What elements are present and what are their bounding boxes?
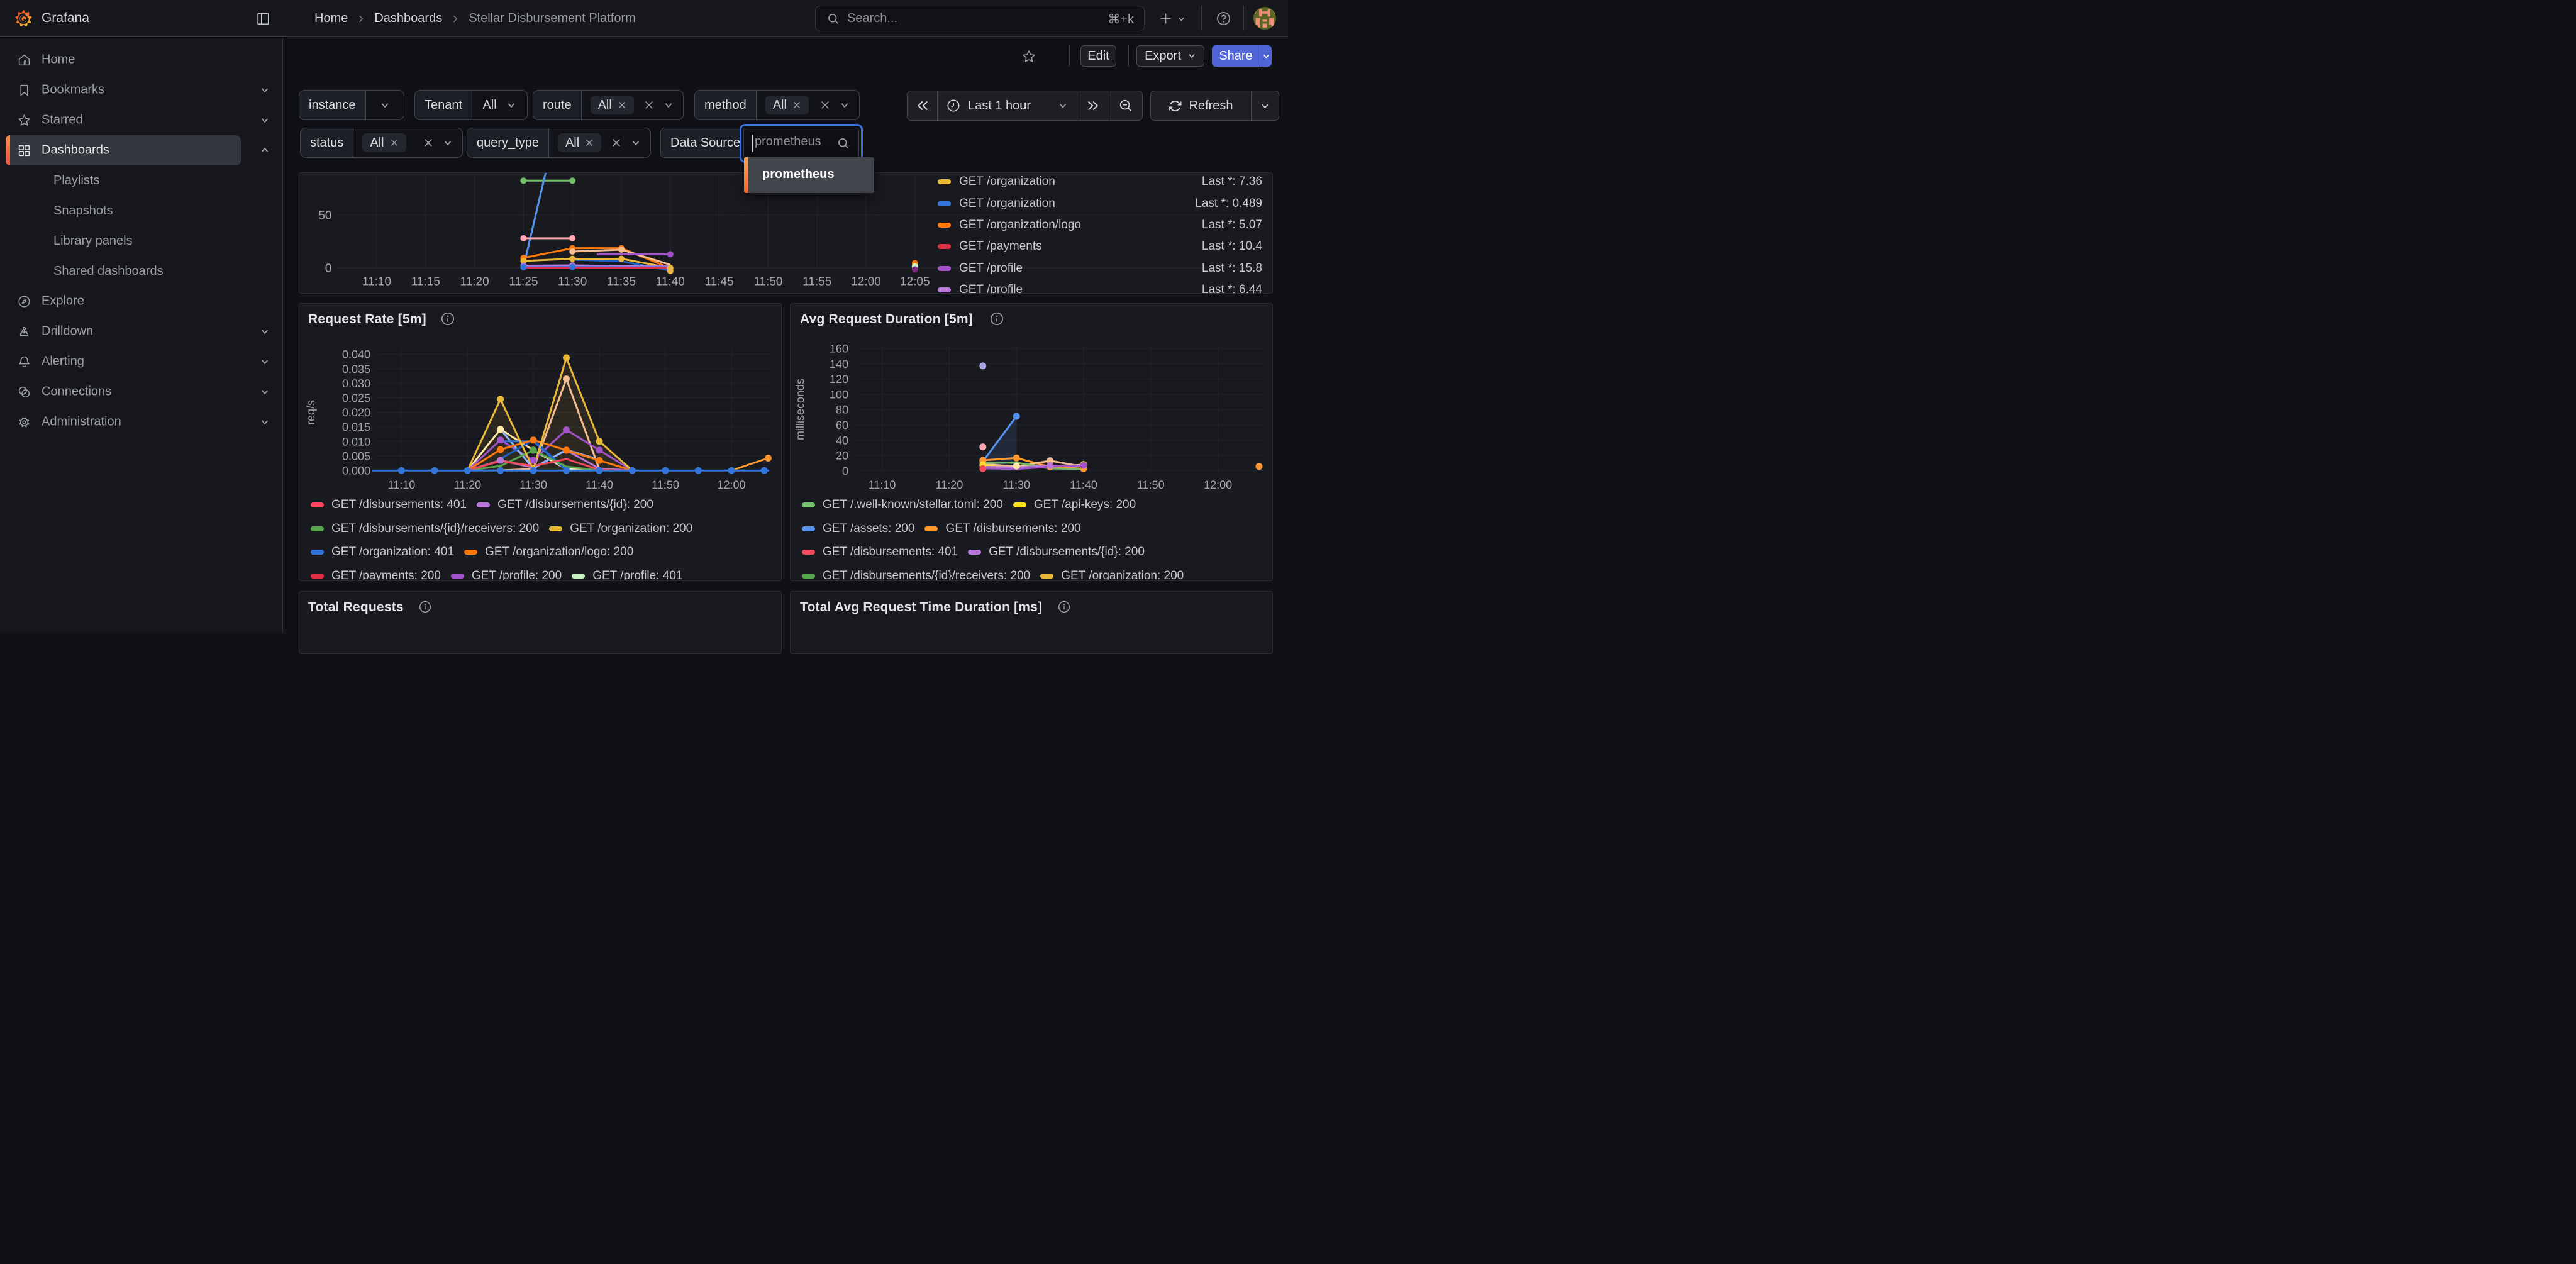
svg-text:11:30: 11:30 — [1002, 479, 1030, 491]
svg-text:0: 0 — [842, 465, 848, 477]
svg-text:0.030: 0.030 — [342, 377, 370, 390]
svg-text:11:30: 11:30 — [519, 479, 547, 491]
svg-text:40: 40 — [836, 434, 848, 446]
svg-text:milliseconds: milliseconds — [794, 379, 806, 440]
svg-text:140: 140 — [830, 358, 848, 370]
svg-text:11:35: 11:35 — [607, 275, 636, 289]
svg-text:11:30: 11:30 — [558, 275, 587, 289]
svg-text:11:10: 11:10 — [388, 479, 416, 491]
svg-text:0.040: 0.040 — [342, 348, 370, 361]
svg-text:0.025: 0.025 — [342, 392, 370, 404]
svg-text:80: 80 — [836, 404, 848, 416]
svg-text:11:50: 11:50 — [652, 479, 679, 491]
svg-text:11:40: 11:40 — [1070, 479, 1097, 491]
svg-text:0.000: 0.000 — [342, 465, 370, 477]
svg-text:12:00: 12:00 — [1204, 479, 1232, 491]
svg-text:11:45: 11:45 — [705, 275, 734, 289]
svg-text:11:50: 11:50 — [753, 275, 782, 289]
svg-text:11:10: 11:10 — [362, 275, 391, 289]
svg-text:20: 20 — [836, 450, 848, 462]
svg-text:11:10: 11:10 — [869, 479, 896, 491]
svg-text:req/s: req/s — [304, 400, 317, 425]
svg-text:0.010: 0.010 — [342, 435, 370, 448]
svg-text:11:20: 11:20 — [460, 275, 489, 289]
svg-text:11:20: 11:20 — [453, 479, 481, 491]
svg-text:160: 160 — [830, 343, 848, 355]
svg-text:50: 50 — [318, 209, 331, 223]
svg-text:120: 120 — [830, 373, 848, 385]
svg-text:11:40: 11:40 — [656, 275, 685, 289]
svg-text:12:05: 12:05 — [900, 275, 930, 289]
svg-text:11:20: 11:20 — [936, 479, 963, 491]
svg-text:11:15: 11:15 — [411, 275, 440, 289]
svg-text:11:25: 11:25 — [509, 275, 538, 289]
svg-text:11:40: 11:40 — [586, 479, 613, 491]
svg-text:0.015: 0.015 — [342, 421, 370, 433]
svg-text:0: 0 — [325, 262, 332, 275]
svg-text:0.020: 0.020 — [342, 406, 370, 419]
svg-text:12:00: 12:00 — [717, 479, 745, 491]
svg-text:11:55: 11:55 — [802, 275, 831, 289]
svg-text:11:50: 11:50 — [1137, 479, 1165, 491]
svg-text:100: 100 — [830, 388, 848, 401]
svg-text:0.005: 0.005 — [342, 450, 370, 462]
svg-text:0.035: 0.035 — [342, 363, 370, 375]
svg-text:60: 60 — [836, 419, 848, 431]
svg-text:12:00: 12:00 — [851, 275, 881, 289]
